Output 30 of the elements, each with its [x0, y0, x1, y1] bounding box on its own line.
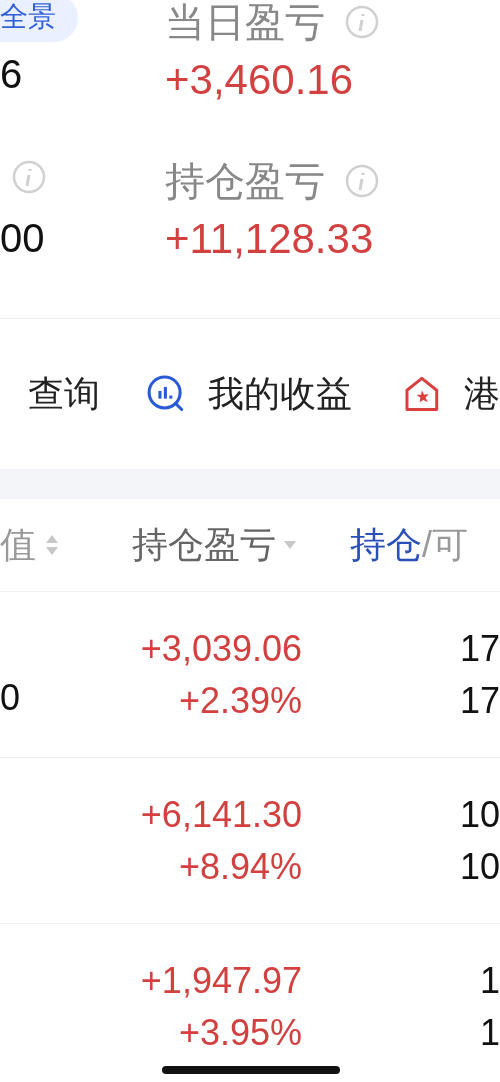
table-cell: 10 [459, 793, 500, 836]
table-cell: 1 [479, 1011, 500, 1054]
table-cell: 17 [459, 679, 500, 722]
profit-value: +11,128.33 [165, 215, 375, 263]
info-icon[interactable] [345, 164, 379, 198]
summary-value: 6 [0, 52, 23, 97]
table-cell: +2.39% [178, 679, 302, 722]
overview-tab[interactable]: 全景 [0, 0, 78, 42]
shortcut-label[interactable]: 查询 [28, 369, 100, 419]
table-cell: 1 [479, 959, 500, 1002]
info-icon[interactable] [345, 5, 379, 39]
table-cell: +8.94% [178, 845, 302, 888]
shortcut-label[interactable]: 港 [464, 369, 500, 419]
summary-label: 当日盈亏 [165, 0, 325, 46]
table-cell: +3.95% [178, 1011, 302, 1054]
sort-icon[interactable] [44, 533, 60, 557]
column-header[interactable]: 持仓盈亏 [132, 520, 276, 570]
summary-label: 持仓盈亏 [165, 157, 325, 205]
table-cell: +3,039.06 [140, 627, 302, 670]
sort-down-icon[interactable] [282, 539, 298, 551]
holding-toggle[interactable]: 持仓 [350, 520, 422, 570]
summary-value: 00 [0, 216, 45, 261]
table-cell: 17 [459, 627, 500, 670]
table-cell: 0 [0, 677, 21, 719]
table-cell: 10 [459, 845, 500, 888]
info-icon[interactable] [12, 160, 46, 194]
table-cell: +6,141.30 [140, 793, 302, 836]
profit-value: +3,460.16 [165, 56, 354, 104]
table-cell: +1,947.97 [140, 959, 302, 1002]
shortcut-label[interactable]: 我的收益 [208, 369, 353, 419]
